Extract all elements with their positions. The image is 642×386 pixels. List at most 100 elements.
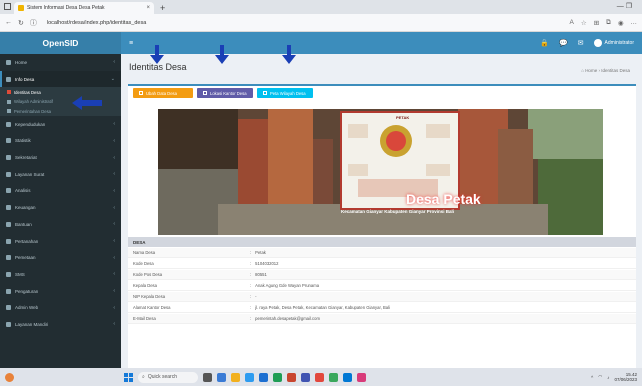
tray-chevron-icon[interactable]: ^ [591, 375, 593, 380]
breadcrumb-home[interactable]: Home [585, 68, 597, 73]
sidebar-item-sekretariat[interactable]: Sekretariat ‹ [0, 149, 121, 166]
breadcrumb: ⌂ Home › Identitas Desa [581, 68, 630, 73]
start-button[interactable] [124, 372, 133, 382]
sidebar-item-label: Keuangan [15, 205, 36, 211]
app-icon[interactable] [329, 372, 338, 382]
sidebar-item-admin-web[interactable]: Admin Web ‹ [0, 299, 121, 316]
weather-icon[interactable] [5, 372, 14, 382]
sidebar-item-kependudukan[interactable]: Kependudukan ‹ [0, 116, 121, 133]
chevron-icon: ‹ [113, 59, 115, 66]
village-map-button[interactable]: Peta Wilayah Desa [257, 88, 313, 98]
files-icon[interactable] [217, 372, 226, 382]
chevron-icon: ‹ [113, 171, 115, 178]
submenu-icon [7, 99, 11, 104]
favicon-icon [18, 5, 24, 11]
search-icon: ⌕ [142, 374, 145, 380]
sidebar-item-home[interactable]: Home ‹ [0, 54, 121, 71]
read-aloud-icon[interactable]: A [570, 19, 574, 27]
table-section-header: DESA [128, 237, 636, 247]
edit-village-button[interactable]: Ubah Data Desa [133, 88, 193, 98]
window-menu-icon[interactable] [4, 3, 11, 10]
word-icon[interactable] [259, 372, 268, 382]
chevron-icon: ⌄ [110, 76, 115, 83]
office-location-button[interactable]: Lokasi Kantor Desa [197, 88, 253, 98]
info-icon: ⓘ [29, 19, 37, 27]
volume-icon[interactable]: ♪ [607, 375, 609, 380]
app-logo[interactable]: OpenSID [0, 32, 121, 54]
sidebar-item-pengaturan[interactable]: Pengaturan ‹ [0, 283, 121, 300]
sidebar: OpenSID Home ‹ Info Desa ⌄ Identitas Desa Wil… [0, 32, 121, 368]
explorer-icon[interactable] [231, 372, 240, 382]
banner-subtitle: Kecamatan Gianyar Kabupaten Gianyar Prov… [341, 209, 455, 214]
collections-icon[interactable]: ⧉ [606, 19, 611, 27]
sidebar-subitem-identitas-desa[interactable]: Identitas Desa [0, 87, 121, 97]
sidebar-item-statistik[interactable]: Statistik ‹ [0, 133, 121, 150]
menu-icon [6, 271, 11, 277]
back-icon[interactable]: ← [5, 19, 12, 26]
chat-icon[interactable]: 💬 [559, 39, 568, 47]
sidebar-subitem-label: Identitas Desa [14, 89, 41, 95]
sidebar-item-label: Home [15, 59, 28, 65]
menu-icon [6, 255, 11, 261]
sidebar-item-layanan-mandiri[interactable]: Layanan Mandiri ‹ [0, 316, 121, 333]
browser-tab-strip: Sistem Informasi Desa Desa Petak × + — ❐ [0, 0, 642, 14]
clock[interactable]: 15.42 07/06/2023 [614, 372, 637, 383]
close-tab-icon[interactable]: × [146, 5, 150, 11]
address-bar: ← ↻ ⓘ localhost/rdesa/index.php/identita… [0, 14, 642, 32]
table-row: Nama Desa: Petak [128, 248, 636, 258]
menu-icon [6, 288, 11, 294]
sidebar-subitem-pemerintahan-desa[interactable]: Pemerintahan Desa [0, 106, 121, 116]
mail-app-icon[interactable] [343, 372, 352, 382]
browser-tab[interactable]: Sistem Informasi Desa Desa Petak × [14, 2, 154, 14]
more-icon[interactable]: … [631, 19, 638, 27]
powerpoint-icon[interactable] [287, 372, 296, 382]
sidebar-item-label: Info Desa [15, 76, 35, 82]
menu-toggle-icon[interactable]: ≡ [129, 40, 133, 47]
favorite-icon[interactable]: ☆ [581, 19, 587, 27]
media-icon[interactable] [357, 372, 366, 382]
teams-icon[interactable] [301, 372, 310, 382]
extensions-icon[interactable]: ⊞ [594, 19, 599, 27]
excel-icon[interactable] [273, 372, 282, 382]
menu-icon [6, 171, 11, 177]
village-banner-image: PETAK Desa Petak Kecamatan Gianyar Kabup… [158, 109, 603, 235]
sidebar-item-label: Kependudukan [15, 121, 46, 127]
annotation-arrow-down-1 [150, 45, 164, 64]
annotation-arrow-down-3 [282, 45, 296, 64]
sidebar-item-keuangan[interactable]: Keuangan ‹ [0, 199, 121, 216]
menu-icon [6, 121, 11, 127]
row-value: pemerintah.desapetak@gmail.com [255, 316, 320, 321]
sidebar-item-label: Pengaturan [15, 288, 39, 294]
main-content: Identitas Desa ⌂ Home › Identitas Desa U… [121, 54, 642, 368]
sidebar-item-bantuan[interactable]: Bantuan ‹ [0, 216, 121, 233]
window-controls[interactable]: — ❐ [617, 2, 632, 10]
network-icon[interactable]: ◠ [598, 374, 602, 380]
table-row: Kode Desa:5104032012 [128, 259, 636, 269]
new-tab-button[interactable]: + [160, 3, 165, 13]
sidebar-item-analisis[interactable]: Analisis ‹ [0, 183, 121, 200]
edge-icon[interactable] [245, 372, 254, 382]
refresh-icon[interactable]: ↻ [18, 19, 24, 27]
menu-icon [6, 221, 11, 227]
chevron-icon: ‹ [113, 187, 115, 194]
system-tray: ^ ◠ ♪ 15.42 07/06/2023 [591, 372, 637, 383]
row-label: Alamat Kantor Desa [133, 305, 171, 310]
url-field[interactable]: localhost/rdesa/index.php/identitas_desa [43, 20, 564, 26]
profile-icon[interactable]: ◉ [618, 19, 624, 27]
browser-toolbar-icons: A ☆ ⊞ ⧉ ◉ … [570, 19, 637, 27]
lock-icon[interactable]: 🔒 [540, 39, 549, 47]
sidebar-item-pertanahan[interactable]: Pertanahan ‹ [0, 233, 121, 250]
mail-icon[interactable]: ✉ [578, 39, 584, 47]
user-menu[interactable]: Administrator [593, 39, 634, 47]
sidebar-item-layanan-surat[interactable]: Layanan Surat ‹ [0, 166, 121, 183]
sidebar-item-label: Statistik [15, 138, 31, 144]
task-view-icon[interactable] [203, 372, 212, 382]
chrome-icon[interactable] [315, 372, 324, 382]
sidebar-item-info-desa[interactable]: Info Desa ⌄ [0, 70, 121, 88]
chevron-icon: ‹ [113, 288, 115, 295]
sidebar-item-sms[interactable]: SMS ‹ [0, 266, 121, 283]
taskbar-search[interactable]: ⌕ Quick search [138, 371, 198, 383]
sidebar-subitem-wilayah-administratif[interactable]: Wilayah Administratif [0, 96, 121, 107]
sidebar-item-pemetaan[interactable]: Pemetaan ‹ [0, 249, 121, 266]
sidebar-item-label: Pertanahan [15, 238, 39, 244]
